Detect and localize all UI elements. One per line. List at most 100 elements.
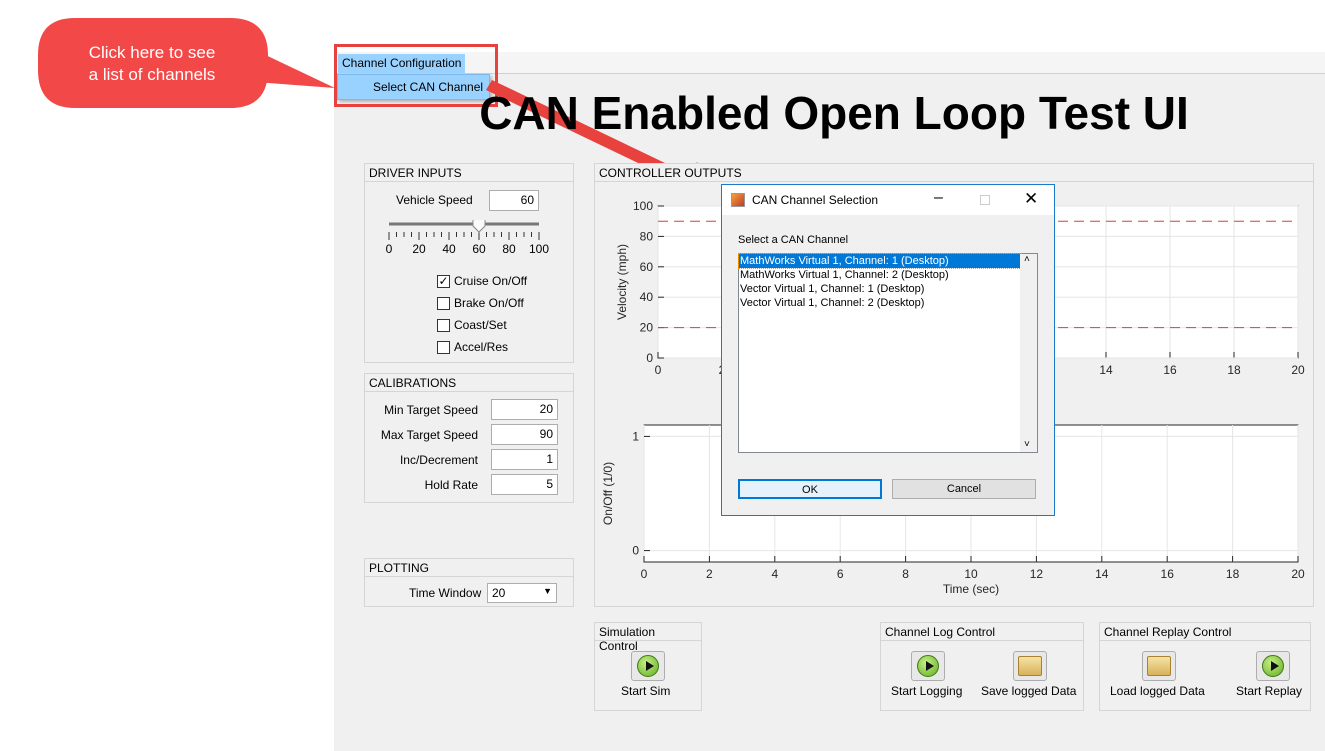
save-logged-data-button[interactable]: [1013, 651, 1047, 681]
cancel-button[interactable]: Cancel: [892, 479, 1036, 499]
start-logging-button[interactable]: [911, 651, 945, 681]
chevron-down-icon[interactable]: ˅: [1024, 439, 1030, 450]
panel-title: PLOTTING: [365, 559, 573, 577]
x-tick-label: 14: [1095, 567, 1109, 581]
channel-replay-control-panel: Channel Replay Control Load logged Data …: [1099, 622, 1311, 711]
maximize-icon[interactable]: [980, 195, 990, 205]
start-sim-button[interactable]: [631, 651, 665, 681]
panel-title: Simulation Control: [595, 623, 701, 653]
y-tick-label: 80: [640, 229, 654, 243]
calibrations-panel: CALIBRATIONS Min Target Speed 20 Max Targe…: [364, 373, 574, 503]
y-tick-label: 40: [640, 290, 654, 304]
checkbox-0[interactable]: ✓: [437, 275, 450, 288]
start-sim-label: Start Sim: [621, 684, 671, 698]
callout-text-2: a list of channels: [89, 65, 216, 84]
panel-title: DRIVER INPUTS: [365, 164, 573, 182]
calibration-input[interactable]: 5: [491, 474, 558, 495]
y-axis-label: On/Off (1/0): [601, 462, 615, 525]
matlab-icon: [731, 193, 745, 207]
callout-text-1: Click here to see: [89, 43, 216, 62]
dialog-title: CAN Channel Selection: [752, 193, 879, 207]
x-axis-label: Time (sec): [943, 582, 999, 596]
calibration-input[interactable]: 90: [491, 424, 558, 445]
scrollbar[interactable]: ˄ ˅: [1020, 254, 1037, 452]
load-logged-data-button[interactable]: [1142, 651, 1176, 681]
play-icon: [1262, 655, 1284, 677]
y-tick-label: 0: [646, 351, 653, 365]
chevron-up-icon[interactable]: ˄: [1024, 254, 1030, 265]
minimize-icon[interactable]: –: [934, 189, 943, 207]
calibration-input[interactable]: 20: [491, 399, 558, 420]
start-replay-label: Start Replay: [1236, 684, 1303, 698]
x-tick-label: 18: [1226, 567, 1240, 581]
x-tick-label: 0: [641, 567, 648, 581]
simulation-control-panel: Simulation Control Start Sim: [594, 622, 702, 711]
y-tick-label: 100: [633, 199, 653, 213]
checkbox-label: Brake On/Off: [454, 296, 524, 310]
checkbox-3[interactable]: [437, 341, 450, 354]
time-window-label: Time Window: [409, 586, 482, 600]
start-replay-button[interactable]: [1256, 651, 1290, 681]
vehicle-speed-slider[interactable]: 0 20 40 60 80 100: [380, 220, 565, 265]
x-tick-label: 12: [1030, 567, 1044, 581]
page-title: CAN Enabled Open Loop Test UI: [479, 87, 1189, 139]
vehicle-speed-input[interactable]: 60: [489, 190, 539, 211]
x-tick-label: 4: [771, 567, 778, 581]
y-tick-label: 60: [640, 260, 654, 274]
channel-list-item[interactable]: MathWorks Virtual 1, Channel: 1 (Desktop…: [738, 253, 1022, 269]
dialog-prompt: Select a CAN Channel: [738, 234, 849, 246]
folder-save-icon: [1018, 656, 1042, 676]
play-icon: [637, 655, 659, 677]
x-tick-label: 16: [1161, 567, 1175, 581]
x-tick-label: 10: [964, 567, 978, 581]
checkbox-label: Accel/Res: [454, 340, 509, 354]
callout-bubble: [38, 18, 268, 108]
calibration-label: Hold Rate: [424, 478, 478, 492]
slider-tick-label: 40: [442, 242, 456, 256]
can-channel-selection-dialog: CAN Channel Selection – ✕ Select a CAN C…: [721, 184, 1055, 516]
play-icon: [917, 655, 939, 677]
checkbox-1[interactable]: [437, 297, 450, 310]
checkbox-label: Coast/Set: [454, 318, 507, 332]
calibration-input[interactable]: 1: [491, 449, 558, 470]
driver-inputs-panel: DRIVER INPUTS Vehicle Speed 60 0 20 40 60 80…: [364, 163, 574, 363]
y-tick-label: 1: [632, 429, 639, 443]
chevron-down-icon: ▼: [543, 586, 552, 596]
calibration-label: Min Target Speed: [384, 403, 478, 417]
slider-tick-label: 20: [412, 242, 426, 256]
load-logged-data-label: Load logged Data: [1110, 684, 1205, 698]
panel-title: Channel Replay Control: [1100, 623, 1310, 641]
x-tick-label: 20: [1291, 567, 1305, 581]
x-tick-label: 2: [706, 567, 713, 581]
slider-tick-label: 60: [472, 242, 486, 256]
calibration-label: Inc/Decrement: [399, 453, 478, 467]
x-tick-label: 6: [837, 567, 844, 581]
x-tick-label: 0: [655, 363, 662, 377]
channel-list-item[interactable]: MathWorks Virtual 1, Channel: 2 (Desktop…: [739, 268, 1021, 282]
channel-list[interactable]: MathWorks Virtual 1, Channel: 1 (Desktop…: [738, 253, 1038, 453]
start-logging-label: Start Logging: [891, 684, 963, 698]
slider-thumb[interactable]: [472, 220, 486, 233]
ok-button[interactable]: OK: [738, 479, 882, 499]
dialog-titlebar: CAN Channel Selection – ✕: [722, 185, 1054, 215]
vehicle-speed-label: Vehicle Speed: [396, 193, 473, 207]
x-tick-label: 14: [1099, 363, 1113, 377]
x-tick-label: 20: [1291, 363, 1305, 377]
slider-tick-label: 0: [386, 242, 393, 256]
y-tick-label: 20: [640, 321, 654, 335]
checkbox-label: Cruise On/Off: [454, 274, 528, 288]
channel-list-item[interactable]: Vector Virtual 1, Channel: 2 (Desktop): [739, 296, 1021, 310]
close-icon[interactable]: ✕: [1024, 189, 1038, 209]
x-tick-label: 18: [1227, 363, 1241, 377]
channel-list-item[interactable]: Vector Virtual 1, Channel: 1 (Desktop): [739, 282, 1021, 296]
callout-pointer: [255, 50, 335, 88]
time-window-dropdown[interactable]: 20 ▼: [487, 583, 557, 603]
slider-tick-label: 100: [529, 242, 549, 256]
folder-search-icon: [1147, 656, 1171, 676]
panel-title: Channel Log Control: [881, 623, 1083, 641]
y-tick-label: 0: [632, 544, 639, 558]
x-tick-label: 16: [1163, 363, 1177, 377]
checkbox-2[interactable]: [437, 319, 450, 332]
y-axis-label: Velocity (mph): [615, 244, 629, 320]
panel-title: CONTROLLER OUTPUTS: [595, 164, 1313, 182]
